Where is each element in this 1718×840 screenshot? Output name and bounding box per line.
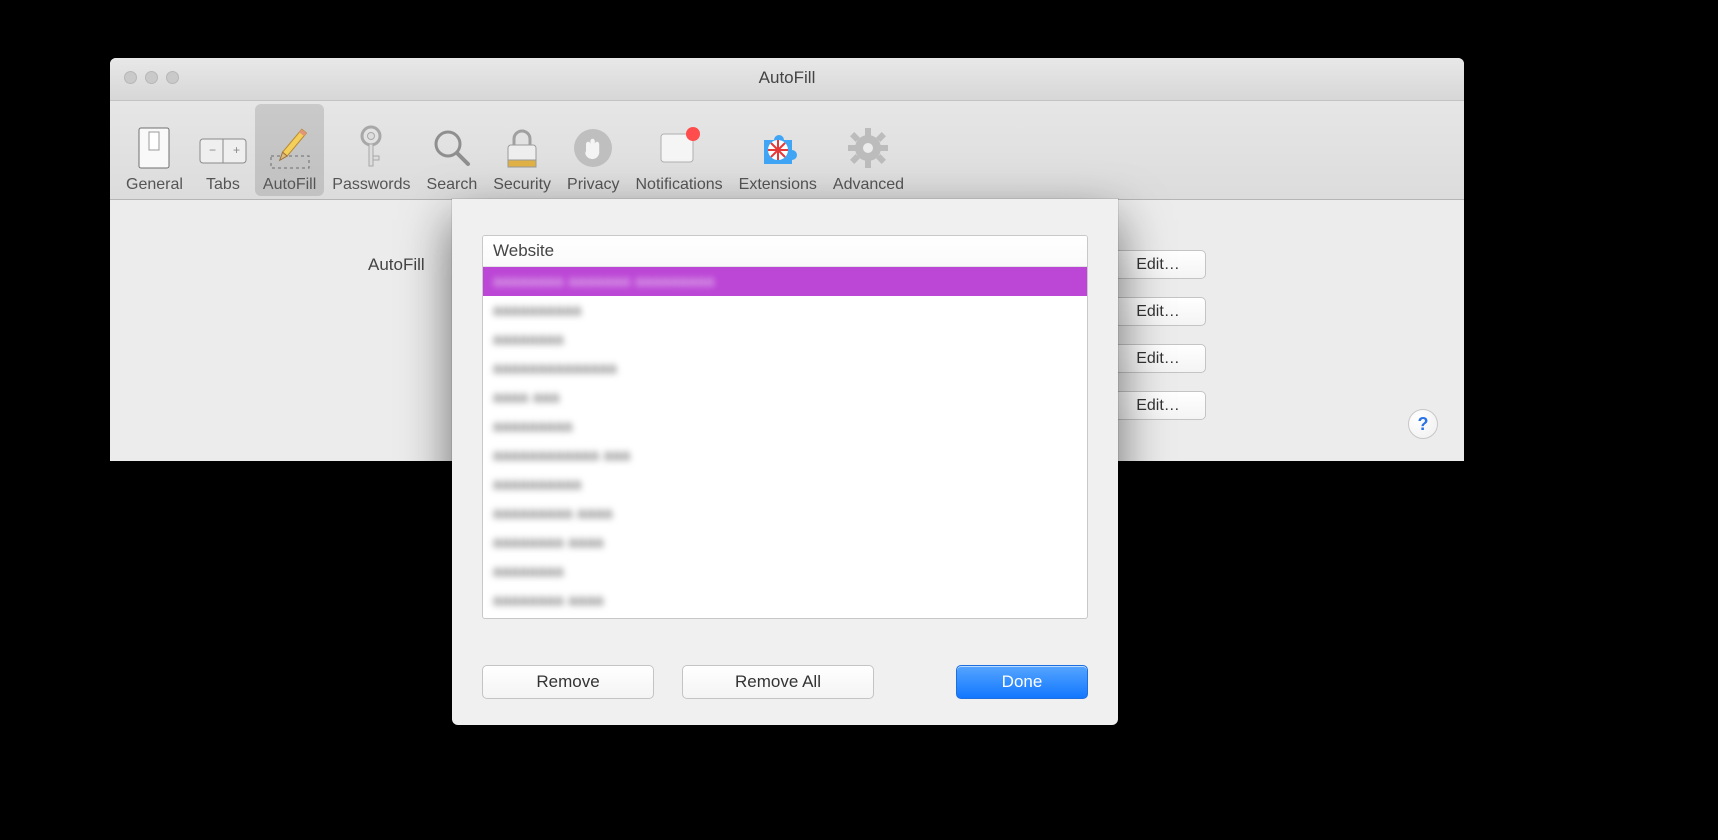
remove-button[interactable]: Remove bbox=[482, 665, 654, 699]
website-row[interactable]: aaaaaaaaaa bbox=[483, 470, 1087, 499]
hand-icon bbox=[569, 124, 617, 172]
sheet-button-bar: Remove Remove All Done bbox=[482, 665, 1088, 699]
website-row-text: aaaaaaaaaa bbox=[493, 476, 581, 493]
website-row-text: aaaaaaaa aaaa bbox=[493, 592, 604, 609]
tab-advanced[interactable]: Advanced bbox=[825, 104, 912, 196]
website-list[interactable]: Website aaaaaaaa aaaaaaa aaaaaaaaa aaaaaa… bbox=[482, 235, 1088, 619]
tab-notifications[interactable]: Notifications bbox=[627, 104, 730, 196]
switch-icon bbox=[130, 124, 178, 172]
website-row[interactable]: aaaa aaa bbox=[483, 383, 1087, 412]
website-row-text: aaaaaaaa bbox=[493, 331, 564, 348]
website-row[interactable]: aaaaaaaa aaaa bbox=[483, 528, 1087, 557]
tab-label: Extensions bbox=[739, 176, 817, 194]
edit-buttons-column: Edit… Edit… Edit… Edit… bbox=[1110, 250, 1206, 420]
tab-label: Security bbox=[493, 176, 551, 194]
help-icon: ? bbox=[1418, 414, 1429, 435]
tab-label: Passwords bbox=[332, 176, 410, 194]
autofill-websites-sheet: Website aaaaaaaa aaaaaaa aaaaaaaaa aaaaaa… bbox=[452, 199, 1118, 725]
tab-general[interactable]: General bbox=[118, 104, 191, 196]
edit-button-1[interactable]: Edit… bbox=[1110, 250, 1206, 279]
search-icon bbox=[428, 124, 476, 172]
website-row[interactable]: aaaaaaaaaaaa aaa bbox=[483, 441, 1087, 470]
help-button[interactable]: ? bbox=[1408, 409, 1438, 439]
website-column-header[interactable]: Website bbox=[483, 236, 1087, 267]
website-row[interactable]: aaaaaaaaa bbox=[483, 412, 1087, 441]
tab-label: Privacy bbox=[567, 176, 619, 194]
gear-icon bbox=[844, 124, 892, 172]
edit-button-4[interactable]: Edit… bbox=[1110, 391, 1206, 420]
tab-security[interactable]: Security bbox=[485, 104, 559, 196]
svg-text:−: − bbox=[209, 143, 216, 157]
pencil-icon bbox=[266, 124, 314, 172]
edit-button-3[interactable]: Edit… bbox=[1110, 344, 1206, 373]
website-row-text: aaaaaaaaa aaaa bbox=[493, 505, 613, 522]
tab-privacy[interactable]: Privacy bbox=[559, 104, 627, 196]
tab-label: Search bbox=[427, 176, 478, 194]
website-row-text: aaaaaaaaa bbox=[493, 418, 573, 435]
website-row[interactable]: aaaaaaaa aaaa bbox=[483, 586, 1087, 615]
website-row[interactable]: aaaaaaaa bbox=[483, 557, 1087, 586]
website-row-text: aaaaaaaaaaaa aaa bbox=[493, 447, 630, 464]
website-row-text: aaaaaaaa aaaa bbox=[493, 534, 604, 551]
website-list-rows: aaaaaaaa aaaaaaa aaaaaaaaaaaaaaaaaaaaaaa… bbox=[483, 267, 1087, 618]
website-row-text: aaaaaaaaaaaaaa bbox=[493, 360, 617, 377]
window-titlebar: AutoFill bbox=[110, 58, 1464, 101]
section-heading: AutoFill bbox=[368, 255, 425, 275]
tab-extensions[interactable]: Extensions bbox=[731, 104, 825, 196]
website-row-text: aaaaaaaaaa bbox=[493, 302, 581, 319]
notifications-icon bbox=[655, 124, 703, 172]
tabs-icon: − + bbox=[199, 124, 247, 172]
tab-tabs[interactable]: − + Tabs bbox=[191, 104, 255, 196]
website-row[interactable]: aaaaaaaaaaaaaa bbox=[483, 354, 1087, 383]
website-row[interactable]: aaaaaaaaaa bbox=[483, 296, 1087, 325]
website-row-text: aaaaaaaa bbox=[493, 563, 564, 580]
svg-text:+: + bbox=[233, 143, 240, 157]
tab-label: AutoFill bbox=[263, 176, 316, 194]
tab-label: Tabs bbox=[206, 176, 240, 194]
website-row[interactable]: aaaaaaaa aaaaaaa aaaaaaaaa bbox=[483, 267, 1087, 296]
tab-passwords[interactable]: Passwords bbox=[324, 104, 418, 196]
edit-button-2[interactable]: Edit… bbox=[1110, 297, 1206, 326]
website-row[interactable]: aaaaaaaaa aaaa bbox=[483, 499, 1087, 528]
tab-label: Advanced bbox=[833, 176, 904, 194]
lock-icon bbox=[498, 124, 546, 172]
done-button[interactable]: Done bbox=[956, 665, 1088, 699]
website-row[interactable]: aaaaaaaa bbox=[483, 325, 1087, 354]
key-icon bbox=[347, 124, 395, 172]
extensions-icon bbox=[754, 124, 802, 172]
tab-label: Notifications bbox=[635, 176, 722, 194]
website-row-text: aaaaaaaa aaaaaaa aaaaaaaaa bbox=[493, 273, 715, 290]
website-row-text: aaaa aaa bbox=[493, 389, 560, 406]
tab-label: General bbox=[126, 176, 183, 194]
tab-search[interactable]: Search bbox=[419, 104, 486, 196]
window-title: AutoFill bbox=[110, 68, 1464, 88]
tab-autofill[interactable]: AutoFill bbox=[255, 104, 324, 196]
remove-all-button[interactable]: Remove All bbox=[682, 665, 874, 699]
preferences-toolbar: General − + Tabs bbox=[110, 101, 1464, 200]
